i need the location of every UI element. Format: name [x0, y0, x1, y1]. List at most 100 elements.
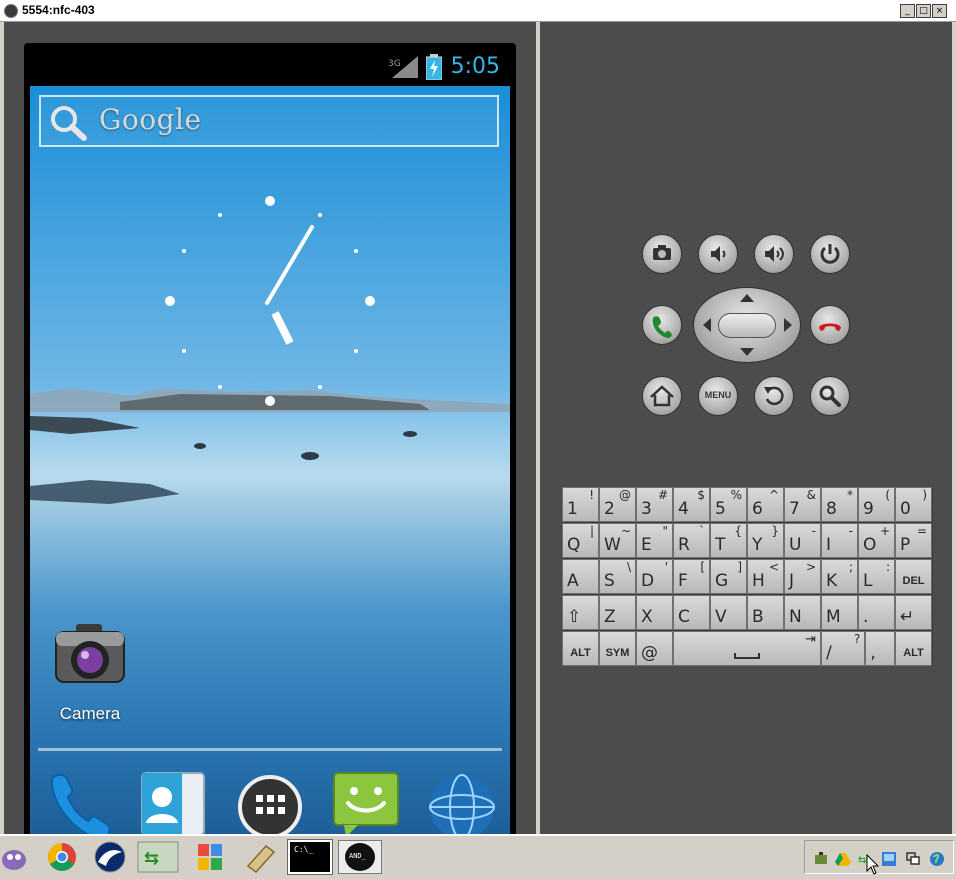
keyboard-key-n[interactable]: N: [784, 595, 821, 630]
key-label: ⇧: [567, 607, 582, 627]
keyboard-key-i[interactable]: I-: [821, 523, 858, 558]
search-bar-label: Google: [99, 103, 202, 136]
key-label: Y: [752, 535, 763, 555]
keyboard-key-c[interactable]: C: [673, 595, 710, 630]
home-button[interactable]: [642, 376, 682, 416]
key-label: L: [863, 571, 873, 591]
key-alt-label: =: [916, 524, 927, 538]
keyboard-key-b[interactable]: B: [747, 595, 784, 630]
key-label: N: [789, 607, 802, 627]
keyboard-key-l[interactable]: L:: [858, 559, 895, 594]
search-hw-button[interactable]: [810, 376, 850, 416]
keyboard-key-y[interactable]: Y}: [747, 523, 784, 558]
keyboard-key-9[interactable]: 9(: [858, 487, 895, 522]
keyboard-key-w[interactable]: W ~: [599, 523, 636, 558]
network-icon[interactable]: [813, 851, 829, 867]
keyboard-key-symbol-4-2[interactable]: @: [636, 631, 673, 666]
keyboard-key-8[interactable]: 8 *: [821, 487, 858, 522]
chrome-icon[interactable]: [40, 840, 84, 874]
cmd-icon[interactable]: C:\_: [287, 839, 333, 875]
power-button[interactable]: [810, 234, 850, 274]
hour-hand: [271, 311, 294, 345]
maximize-button[interactable]: □: [916, 4, 931, 18]
keyboard-key-3[interactable]: 3 #: [636, 487, 673, 522]
keyboard-key-0[interactable]: 0): [895, 487, 932, 522]
key-alt-label: ]: [737, 560, 742, 574]
all-apps-icon[interactable]: [234, 767, 306, 834]
keyboard-key-2[interactable]: 2 @: [599, 487, 636, 522]
pixel-icon[interactable]: [88, 840, 132, 874]
keyboard-key-u[interactable]: U-: [784, 523, 821, 558]
windows-icon[interactable]: [905, 851, 921, 867]
dpad-left-arrow[interactable]: [703, 318, 711, 332]
keyboard-key-z[interactable]: Z: [599, 595, 636, 630]
display-icon[interactable]: [881, 851, 897, 867]
contacts-icon[interactable]: [136, 767, 208, 834]
keyboard-key-symbol-4-4[interactable]: /?: [821, 631, 866, 666]
end-call-button[interactable]: [810, 305, 850, 345]
keyboard-key-4[interactable]: 4 $: [673, 487, 710, 522]
keyboard-key-r[interactable]: R `: [673, 523, 710, 558]
keyboard-key-f[interactable]: F[: [673, 559, 710, 594]
menu-button[interactable]: MENU: [698, 376, 738, 416]
keyboard-key-5[interactable]: 5%: [710, 487, 747, 522]
scroll-icon[interactable]: [238, 840, 282, 874]
keyboard-key-p[interactable]: P =: [895, 523, 932, 558]
keyboard-key-d[interactable]: D ': [636, 559, 673, 594]
keyboard-key-symbol-4-5[interactable]: ,: [865, 631, 895, 666]
android-emulator-taskbar-button[interactable]: AND_: [338, 840, 382, 874]
keyboard-key-symbol-3-9[interactable]: ↵: [895, 595, 932, 630]
dpad-center-button[interactable]: [718, 313, 776, 338]
keyboard-key-symbol-3-0[interactable]: ⇧: [562, 595, 599, 630]
keyboard-key-6[interactable]: 6 ^: [747, 487, 784, 522]
keyboard-key-t[interactable]: T{: [710, 523, 747, 558]
camera-app-shortcut[interactable]: Camera: [48, 616, 132, 728]
keyboard-key-q[interactable]: Q |: [562, 523, 599, 558]
camera-hw-button[interactable]: [642, 234, 682, 274]
keyboard-key-alt[interactable]: ALT: [562, 631, 599, 666]
phone-icon[interactable]: [42, 767, 114, 834]
signal-3g-icon: 3G: [388, 56, 418, 78]
dpad-up-arrow[interactable]: [740, 294, 754, 302]
keyboard-key-h[interactable]: H <: [747, 559, 784, 594]
minimize-button[interactable]: _: [900, 4, 915, 18]
google-search-bar[interactable]: Google: [39, 95, 499, 147]
pidgin-icon[interactable]: [0, 840, 30, 874]
keyboard-key-del[interactable]: DEL: [895, 559, 932, 594]
keyboard-key-space[interactable]: ⇥: [673, 631, 821, 666]
keyboard-key-1[interactable]: 1!: [562, 487, 599, 522]
dpad-right-arrow[interactable]: [784, 318, 792, 332]
keyboard-key-sym[interactable]: SYM: [599, 631, 636, 666]
volume-down-button[interactable]: [698, 234, 738, 274]
keyboard-key-k[interactable]: K;: [821, 559, 858, 594]
keyboard-key-o[interactable]: O +: [858, 523, 895, 558]
arrows-icon[interactable]: ⇆: [136, 840, 180, 874]
keyboard-key-m[interactable]: M: [821, 595, 858, 630]
analog-clock-widget[interactable]: [150, 191, 390, 411]
keyboard-key-alt[interactable]: ALT: [895, 631, 932, 666]
dpad[interactable]: [693, 287, 801, 363]
volume-up-button[interactable]: [754, 234, 794, 274]
keyboard-key-x[interactable]: X: [636, 595, 673, 630]
keyboard-key-symbol-3-8[interactable]: .: [858, 595, 895, 630]
keyboard-key-g[interactable]: G]: [710, 559, 747, 594]
browser-icon[interactable]: [426, 767, 498, 834]
keyboard-key-7[interactable]: 7 &: [784, 487, 821, 522]
close-button[interactable]: ×: [932, 4, 947, 18]
dpad-down-arrow[interactable]: [740, 348, 754, 356]
messaging-icon[interactable]: [330, 767, 402, 834]
keyboard-key-s[interactable]: S \: [599, 559, 636, 594]
keyboard-key-e[interactable]: E ": [636, 523, 673, 558]
office-icon[interactable]: [188, 840, 232, 874]
key-label: 7: [789, 499, 800, 519]
globe-icon[interactable]: [929, 851, 945, 867]
key-label: B: [752, 607, 764, 627]
back-button[interactable]: [754, 376, 794, 416]
drive-icon[interactable]: [835, 851, 851, 867]
keyboard-key-v[interactable]: V: [710, 595, 747, 630]
taskbar: ⇆ C:\_ AND_ ⇆: [0, 834, 956, 879]
keyboard-key-j[interactable]: J >: [784, 559, 821, 594]
call-button[interactable]: [642, 305, 682, 345]
camera-icon: [55, 624, 125, 683]
keyboard-key-a[interactable]: A: [562, 559, 599, 594]
